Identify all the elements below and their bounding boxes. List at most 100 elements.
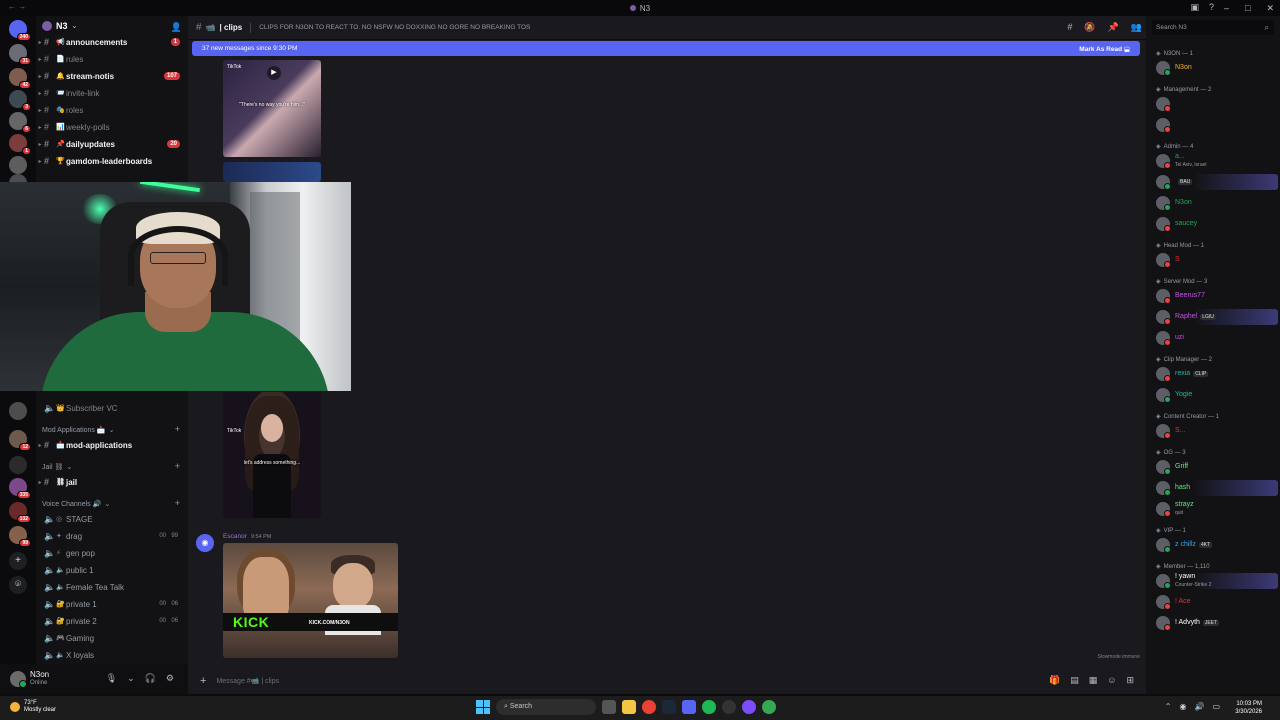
member-item[interactable]: N3on (1156, 195, 1276, 211)
taskbar-clock[interactable]: 10:03 PM 3/30/2026 (1235, 700, 1262, 716)
pin-icon[interactable]: 📌 (1108, 22, 1119, 33)
headphones-icon[interactable]: 🎧 (145, 673, 156, 684)
server-icon[interactable] (9, 402, 27, 420)
threads-icon[interactable]: # (1067, 22, 1072, 33)
member-item[interactable]: hash (1156, 480, 1278, 496)
apps-icon[interactable]: ⊞ (1126, 675, 1134, 686)
gear-icon[interactable]: ⚙ (166, 673, 174, 684)
inbox-icon[interactable]: ▣ (1190, 2, 1199, 13)
channel-topic[interactable]: CLIPS FOR N3ON TO REACT TO. NO NSFW NO D… (259, 24, 530, 31)
member-item[interactable]: saucey (1156, 216, 1276, 232)
taskbar-search[interactable]: ⌕ Search (496, 699, 596, 715)
category-mod-applications[interactable]: Mod Applications 📩 ⌄ (42, 426, 114, 434)
category-jail[interactable]: Jail ⛓ ⌄ (42, 463, 72, 471)
add-attachment-icon[interactable]: + (200, 675, 206, 687)
channel-jail[interactable]: ▸ # ⛓ jail (36, 474, 188, 490)
voice-channel[interactable]: 🔈 🔈 X loyals (36, 647, 188, 663)
user-info[interactable]: N3on Online (30, 670, 49, 688)
add-channel-icon[interactable]: + (175, 498, 180, 508)
channel-roles[interactable]: ▸ # 🎭 roles (36, 102, 188, 118)
gift-icon[interactable]: 🎁 (1049, 675, 1060, 686)
channel-invite-link[interactable]: ▸ # 📨 invite-link (36, 85, 188, 101)
member-item[interactable]: z chillz 4KT (1156, 537, 1276, 553)
message-author[interactable]: Escanor (223, 533, 247, 540)
server-icon[interactable]: 31 (9, 44, 31, 65)
member-item[interactable]: N3on (1156, 60, 1276, 76)
battery-icon[interactable]: ▭ (1212, 702, 1220, 711)
network-icon[interactable]: ◉ (1179, 702, 1186, 711)
member-item[interactable]: Griff (1156, 459, 1276, 475)
steam-icon[interactable] (662, 700, 676, 714)
discord-icon[interactable] (682, 700, 696, 714)
video-attachment[interactable]: TikTok let's address something... (223, 392, 321, 518)
channel-announcements[interactable]: ▸ # 📢 announcements 1 (36, 34, 188, 50)
server-icon[interactable]: 335 (9, 478, 31, 499)
voice-channel[interactable]: 🔈 ◎ STAGE (36, 511, 188, 527)
member-item[interactable]: Yogie (1156, 387, 1276, 403)
voice-channel[interactable]: 🔈 🔐 private 1 00 06 (36, 596, 188, 612)
spotify-icon[interactable] (702, 700, 716, 714)
chrome-icon[interactable] (642, 700, 656, 714)
video-attachment[interactable]: ▶ TikTok "There's no way you're him..." (223, 60, 321, 157)
add-channel-icon[interactable]: + (175, 424, 180, 434)
voice-channel[interactable]: 🔈 🔈 Female Tea Talk (36, 579, 188, 595)
member-item[interactable]: ! Ace (1156, 594, 1276, 610)
server-icon[interactable] (9, 156, 27, 174)
server-icon[interactable]: 240 (9, 20, 31, 41)
voice-channel[interactable]: 🔈 ✦ drag 00 99 (36, 528, 188, 544)
server-icon[interactable]: 12 (9, 430, 31, 451)
search-input[interactable]: Search N3 ⌕ (1152, 20, 1274, 35)
volume-icon[interactable]: 🔊 (1194, 702, 1204, 711)
voice-channel[interactable]: 🔈 🔈 public 1 (36, 562, 188, 578)
maximize-icon[interactable]: □ (1245, 3, 1250, 13)
video-attachment[interactable]: KICK KICK.COM/N3ON (223, 543, 398, 658)
channel-dailyupdates[interactable]: ▸ # 📌 dailyupdates 20 (36, 136, 188, 152)
message-input[interactable]: Message #📹 | clips (216, 677, 279, 685)
server-header[interactable]: N3 ⌄ (42, 21, 77, 31)
mute-bell-icon[interactable]: 🔕 (1084, 22, 1095, 33)
server-icon[interactable]: 1 (9, 134, 31, 155)
discover-icon[interactable]: ⌾ (9, 576, 27, 594)
play-icon[interactable]: ▶ (267, 66, 281, 80)
channel-mod-applications[interactable]: ▸ # 📩 mod-applications (36, 437, 188, 453)
channel-stream-notis[interactable]: ▸ # 🔔 stream-notis 107 (36, 68, 188, 84)
member-item[interactable]: strayz quit (1156, 501, 1276, 517)
chrome-icon[interactable] (762, 700, 776, 714)
obs-icon[interactable] (722, 700, 736, 714)
member-item[interactable]: uzi (1156, 330, 1276, 346)
member-item[interactable]: ! Advyth JEET (1156, 615, 1276, 631)
chevron-down-icon[interactable]: ⌄ (127, 673, 135, 684)
category-voice-channels[interactable]: Voice Channels 🔊 ⌄ (42, 500, 110, 508)
task-view-icon[interactable] (602, 700, 616, 714)
discord-avatar-icon[interactable]: ◉ (196, 534, 214, 552)
avatar[interactable] (10, 671, 27, 688)
channel-subscriber-vc[interactable]: 🔈 👑 Subscriber VC (36, 400, 188, 416)
member-item[interactable]: rexia CLIP (1156, 366, 1276, 382)
server-icon[interactable]: 3 (9, 90, 31, 111)
server-icon[interactable]: 132 (9, 502, 31, 523)
server-icon[interactable] (9, 456, 27, 474)
member-item[interactable]: Raphel LGIU (1156, 309, 1278, 325)
channel-gamdom-leaderboards[interactable]: ▸ # 🏆 gamdom-leaderboards (36, 153, 188, 169)
file-explorer-icon[interactable] (622, 700, 636, 714)
server-icon[interactable]: 42 (9, 68, 31, 89)
weather-widget[interactable]: 73°F Mostly clear (10, 700, 56, 714)
gif-icon[interactable]: ▤ (1070, 675, 1079, 686)
video-attachment[interactable] (223, 162, 321, 182)
member-list-icon[interactable]: 👥 (1131, 22, 1142, 33)
chevron-up-icon[interactable]: ⌃ (1165, 702, 1172, 711)
windows-start-icon[interactable] (476, 700, 490, 714)
member-item[interactable] (1156, 96, 1276, 112)
channel-weekly-polls[interactable]: ▸ # 📊 weekly-polls (36, 119, 188, 135)
member-item[interactable]: Beerus77 (1156, 288, 1276, 304)
member-item[interactable]: ! yawn Counter-Strike 2 (1156, 573, 1278, 589)
server-icon[interactable]: 6 (9, 112, 31, 133)
server-icon[interactable]: 99 (9, 526, 31, 547)
add-server-icon[interactable]: + (9, 552, 27, 570)
microphone-icon[interactable]: 🎙 (106, 673, 117, 684)
help-icon[interactable]: ? (1209, 2, 1214, 13)
minimize-icon[interactable]: – (1224, 3, 1229, 13)
channel-rules[interactable]: ▸ # 📄 rules (36, 51, 188, 67)
voice-channel[interactable]: 🔈 ⚡ gen pop (36, 545, 188, 561)
app-icon[interactable] (742, 700, 756, 714)
